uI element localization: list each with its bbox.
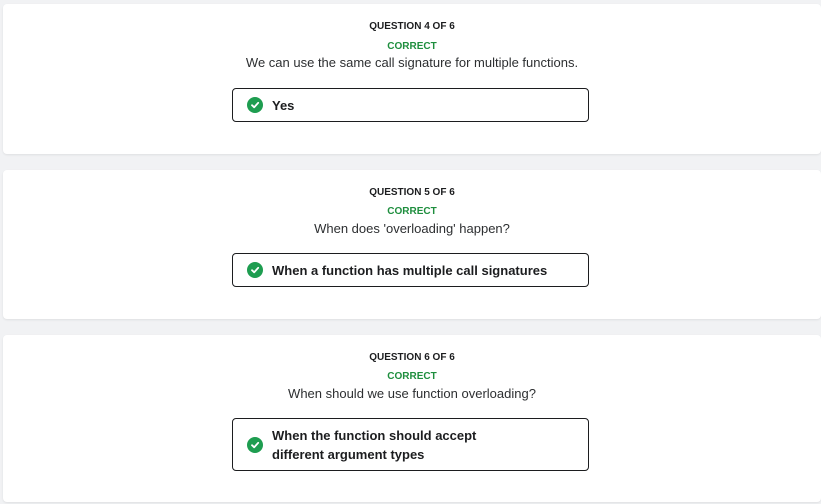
result-status: CORRECT bbox=[387, 371, 437, 382]
question-card: QUESTION 5 OF 6 CORRECT When does 'overl… bbox=[3, 170, 821, 319]
result-status: CORRECT bbox=[387, 206, 437, 217]
check-circle-icon bbox=[247, 436, 263, 453]
question-number: QUESTION 5 OF 6 bbox=[369, 187, 455, 198]
answer-label: When a function has multiple call signat… bbox=[272, 262, 548, 278]
selected-answer[interactable]: When a function has multiple call signat… bbox=[232, 253, 589, 287]
question-card: QUESTION 4 OF 6 CORRECT We can use the s… bbox=[3, 4, 821, 154]
selected-answer[interactable]: When the function should accept differen… bbox=[232, 418, 589, 471]
question-number: QUESTION 6 OF 6 bbox=[369, 352, 455, 363]
question-prompt: When does 'overloading' happen? bbox=[314, 221, 510, 236]
question-number: QUESTION 4 OF 6 bbox=[369, 21, 455, 32]
question-prompt: When should we use function overloading? bbox=[288, 386, 536, 401]
result-status: CORRECT bbox=[387, 41, 437, 52]
answer-label: Yes bbox=[272, 97, 295, 113]
check-circle-icon bbox=[247, 262, 263, 278]
question-card: QUESTION 6 OF 6 CORRECT When should we u… bbox=[3, 335, 821, 502]
question-prompt: We can use the same call signature for m… bbox=[245, 55, 579, 70]
check-circle-icon bbox=[247, 97, 263, 113]
answer-label: When the function should accept differen… bbox=[272, 427, 477, 462]
selected-answer[interactable]: Yes bbox=[232, 88, 589, 122]
